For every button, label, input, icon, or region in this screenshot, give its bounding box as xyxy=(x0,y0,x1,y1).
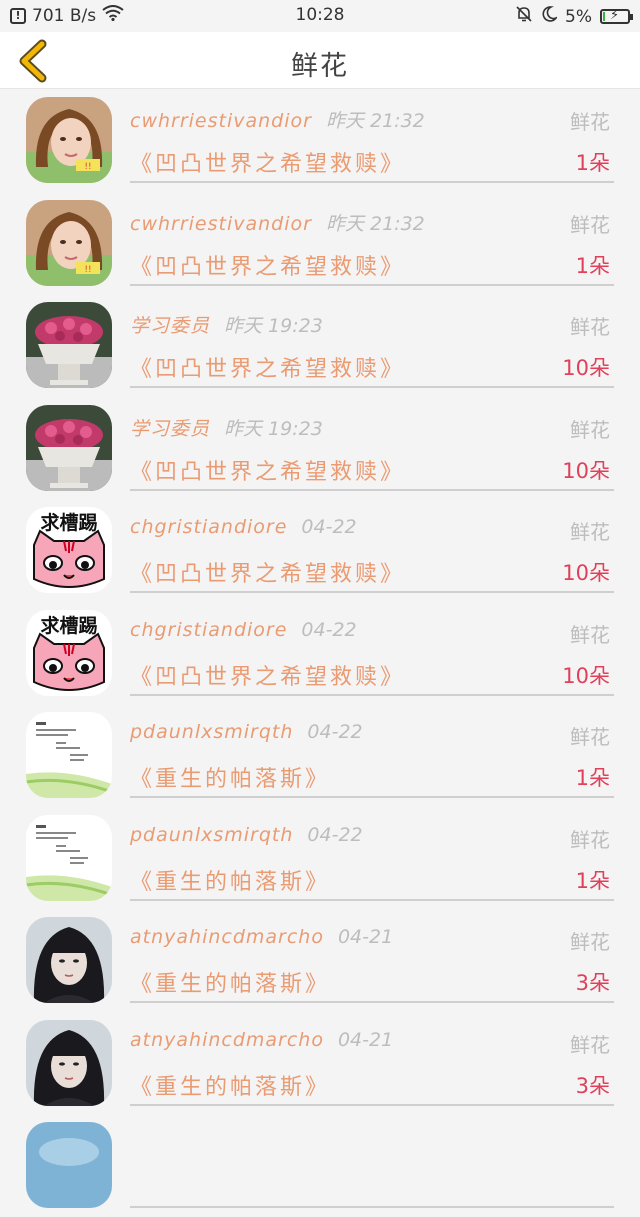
avatar-dark-hair-photo[interactable] xyxy=(26,1019,112,1106)
book-title[interactable]: 《重生的帕落斯》 xyxy=(130,864,330,896)
divider xyxy=(130,386,614,388)
user-name[interactable]: chgristiandiore xyxy=(130,619,287,641)
avatar-blue-photo[interactable] xyxy=(26,1122,112,1208)
avatar-girl-photo[interactable]: !! xyxy=(26,97,112,183)
divider xyxy=(130,488,614,491)
avatar-cartoon-cat[interactable]: 求槽踢 xyxy=(26,609,112,696)
divider xyxy=(130,591,614,593)
gift-type: 鲜花 xyxy=(570,930,610,954)
gift-type: 鲜花 xyxy=(570,110,610,134)
gift-time: 04-21 xyxy=(337,1028,394,1051)
gift-type: 鲜花 xyxy=(570,417,610,442)
list-item[interactable]: !! cwhrriestivandior 昨天 21:32 鲜花 《凹凸世界之希望… xyxy=(0,89,640,192)
divider xyxy=(130,181,614,183)
user-name[interactable]: pdaunlxsmirqth xyxy=(130,721,293,743)
user-name[interactable]: atnyahincdmarcho xyxy=(130,926,324,948)
book-title[interactable]: 《凹凸世界之希望救赎》 xyxy=(130,659,405,691)
gift-time: 昨天 19:23 xyxy=(224,315,323,337)
list-item[interactable]: 学习委员 昨天 19:23 鲜花 《凹凸世界之希望救赎》 10朵 xyxy=(0,397,640,500)
list-item[interactable]: !! cwhrriestivandior 昨天 21:32 鲜花 《凹凸世界之希望… xyxy=(0,192,640,295)
battery-percent: 5% xyxy=(565,6,592,27)
gift-type: 鲜花 xyxy=(570,520,610,544)
avatar-girl-photo[interactable]: !! xyxy=(26,199,112,286)
list-item[interactable]: 学习委员 昨天 19:23 鲜花 《凹凸世界之希望救赎》 10朵 xyxy=(0,294,640,397)
user-name[interactable]: chgristiandiore xyxy=(130,516,287,538)
battery-icon: ⚡ xyxy=(600,8,633,24)
user-name[interactable]: cwhrriestivandior xyxy=(130,110,312,132)
list-item[interactable]: atnyahincdmarcho 04-21 鲜花 《重生的帕落斯》 3朵 xyxy=(0,909,640,1012)
book-title[interactable]: 《重生的帕落斯》 xyxy=(130,1069,330,1101)
gift-time: 昨天 19:23 xyxy=(224,417,323,440)
flower-count: 1朵 xyxy=(575,766,610,790)
divider xyxy=(130,1206,614,1208)
divider xyxy=(130,1103,614,1106)
list-item[interactable] xyxy=(0,1114,640,1217)
book-title[interactable]: 《凹凸世界之希望救赎》 xyxy=(130,146,405,178)
book-title[interactable]: 《凹凸世界之希望救赎》 xyxy=(130,249,405,281)
user-name[interactable]: cwhrriestivandior xyxy=(130,213,312,235)
gift-time: 04-21 xyxy=(337,926,394,948)
book-title[interactable]: 《重生的帕落斯》 xyxy=(130,761,330,793)
title-bar: 鲜花 xyxy=(0,32,640,89)
flower-count: 3朵 xyxy=(575,1073,610,1098)
book-title[interactable]: 《凹凸世界之希望救赎》 xyxy=(130,556,405,588)
gift-time: 昨天 21:32 xyxy=(325,212,425,235)
avatar-text-note[interactable] xyxy=(26,712,112,798)
divider xyxy=(130,693,614,696)
svg-text:求槽踢: 求槽踢 xyxy=(40,511,97,534)
status-bar: ! 701 B/s 10:28 5% ⚡ xyxy=(0,0,640,32)
gift-type: 鲜花 xyxy=(570,725,610,749)
gift-type: 鲜花 xyxy=(570,827,610,852)
list-item[interactable]: pdaunlxsmirqth 04-22 鲜花 《重生的帕落斯》 1朵 xyxy=(0,704,640,807)
avatar-cartoon-cat[interactable]: 求槽踢 xyxy=(26,507,112,593)
svg-text:!!: !! xyxy=(84,162,91,172)
avatar-dark-hair-photo[interactable] xyxy=(26,917,112,1003)
book-title[interactable]: 《重生的帕落斯》 xyxy=(130,966,330,998)
gift-type: 鲜花 xyxy=(570,212,610,237)
svg-text:!!: !! xyxy=(84,265,91,275)
user-name[interactable]: 学习委员 xyxy=(130,418,210,440)
gift-type: 鲜花 xyxy=(570,1032,610,1057)
avatar-flower-pot-photo[interactable] xyxy=(26,404,112,491)
flower-count: 1朵 xyxy=(575,151,610,175)
avatar-text-note[interactable] xyxy=(26,814,112,901)
list-item[interactable]: 求槽踢 chgristiandiore 04-22 鲜花 《凹凸世界之希望救赎》 … xyxy=(0,602,640,705)
flower-count: 10朵 xyxy=(562,561,610,585)
svg-text:求槽踢: 求槽踢 xyxy=(40,614,97,637)
flower-count: 3朵 xyxy=(575,971,610,995)
gift-type: 鲜花 xyxy=(570,315,610,339)
divider xyxy=(130,1001,614,1003)
book-title[interactable]: 《凹凸世界之希望救赎》 xyxy=(130,454,405,486)
flower-count: 1朵 xyxy=(575,253,610,278)
flower-count: 1朵 xyxy=(575,868,610,893)
gift-time: 04-22 xyxy=(307,721,363,743)
divider xyxy=(130,283,614,286)
flower-count: 10朵 xyxy=(562,458,610,483)
gift-time: 昨天 21:32 xyxy=(325,110,425,132)
gift-time: 04-22 xyxy=(301,516,357,538)
flower-count: 10朵 xyxy=(562,663,610,688)
flower-count: 10朵 xyxy=(562,356,610,380)
list-item[interactable]: 求槽踢 chgristiandiore 04-22 鲜花 《凹凸世界之希望救赎》 … xyxy=(0,499,640,602)
list-item[interactable]: pdaunlxsmirqth 04-22 鲜花 《重生的帕落斯》 1朵 xyxy=(0,807,640,910)
page-title: 鲜花 xyxy=(291,51,349,82)
gift-time: 04-22 xyxy=(301,618,357,641)
divider xyxy=(130,796,614,798)
avatar-flower-pot-photo[interactable] xyxy=(26,302,112,388)
divider xyxy=(130,898,614,901)
user-name[interactable]: 学习委员 xyxy=(130,315,210,337)
flower-gift-list: !! cwhrriestivandior 昨天 21:32 鲜花 《凹凸世界之希望… xyxy=(0,89,640,1217)
book-title[interactable]: 《凹凸世界之希望救赎》 xyxy=(130,351,405,383)
list-item[interactable]: atnyahincdmarcho 04-21 鲜花 《重生的帕落斯》 3朵 xyxy=(0,1012,640,1115)
gift-time: 04-22 xyxy=(307,823,363,846)
gift-type: 鲜花 xyxy=(570,622,610,647)
mute-bell-icon xyxy=(515,5,533,28)
user-name[interactable]: pdaunlxsmirqth xyxy=(130,824,293,846)
moon-icon xyxy=(541,5,559,28)
user-name[interactable]: atnyahincdmarcho xyxy=(130,1029,324,1051)
